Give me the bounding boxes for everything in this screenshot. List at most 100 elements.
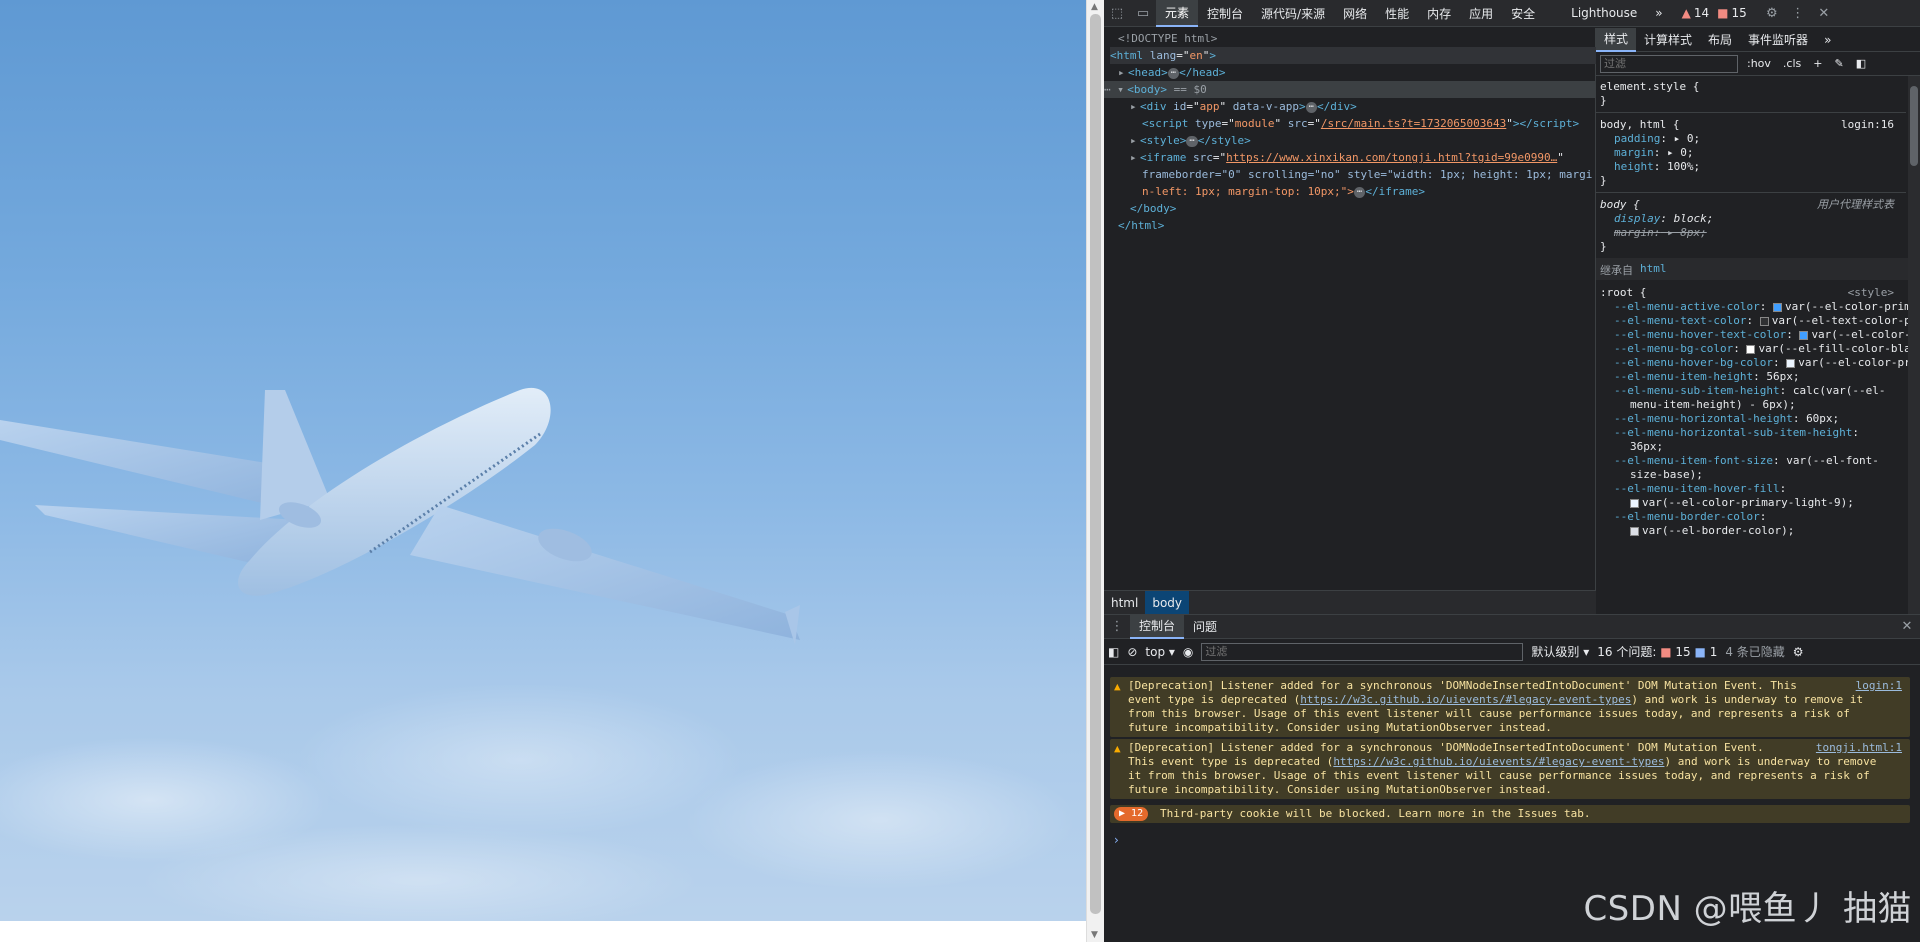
head-node[interactable]: ▸ <head> ⋯ </head> xyxy=(1118,64,1226,81)
msg-source-link[interactable]: tongji.html:1 xyxy=(1816,741,1902,755)
inspect-icon[interactable]: ⬚ xyxy=(1104,0,1130,27)
cookie-message[interactable]: ▶ 12 Third-party cookie will be blocked.… xyxy=(1110,805,1910,823)
sidebar-icon[interactable]: ◧ xyxy=(1108,645,1119,659)
color-swatch[interactable] xyxy=(1786,358,1796,368)
rule1-prop-padding[interactable]: padding: ▸ 0; xyxy=(1614,132,1700,146)
root-prop-line[interactable]: var(--el-border-color); xyxy=(1630,524,1794,538)
page-scrollbar[interactable]: ▲ ▼ xyxy=(1086,0,1104,942)
scroll-down-icon[interactable]: ▼ xyxy=(1091,930,1098,940)
issues-counter[interactable]: 16 个问题: ■ 15 ■ 1 xyxy=(1597,643,1717,660)
tab-styles[interactable]: 样式 xyxy=(1596,27,1637,52)
color-swatch[interactable] xyxy=(1630,526,1639,536)
root-prop-line[interactable]: --el-menu-hover-bg-color: var(--el-color… xyxy=(1614,356,1908,370)
tab-computed[interactable]: 计算样式 xyxy=(1636,28,1700,52)
iframe-node[interactable]: ▸ <iframe src="https://www.xinxikan.com/t… xyxy=(1130,149,1564,166)
device-toggle-icon[interactable]: ▭ xyxy=(1130,0,1156,27)
root-prop-line[interactable]: --el-menu-sub-item-height: calc(var(--el… xyxy=(1614,384,1886,398)
more-tabs-icon[interactable]: » xyxy=(1646,0,1671,27)
root-prop-line[interactable]: --el-menu-horizontal-sub-item-height: xyxy=(1614,426,1859,440)
color-swatch[interactable] xyxy=(1746,344,1756,354)
tab-sources[interactable]: 源代码/来源 xyxy=(1252,0,1334,27)
warning-badge[interactable]: ▲ 14 xyxy=(1678,6,1714,20)
div-app-node[interactable]: ▸ <div id="app" data-v-app> ⋯ </div> xyxy=(1130,98,1357,115)
root-prop-line[interactable]: menu-item-height) - 6px); xyxy=(1630,398,1796,412)
root-prop-line[interactable]: --el-menu-horizontal-height: 60px; xyxy=(1614,412,1839,426)
color-swatch[interactable] xyxy=(1799,330,1809,340)
drawer-menu-icon[interactable]: ⋮ xyxy=(1104,613,1130,640)
rule1-prop-margin[interactable]: margin: ▸ 0; xyxy=(1614,146,1694,160)
root-prop-line[interactable]: --el-menu-text-color: var(--el-text-colo… xyxy=(1614,314,1908,328)
tab-layout[interactable]: 布局 xyxy=(1700,28,1740,52)
iframe-src-link[interactable]: https://www.xinxikan.com/tongji.html?tgi… xyxy=(1226,151,1557,164)
cls-button[interactable]: .cls xyxy=(1780,57,1804,70)
drawer-tab-console[interactable]: 控制台 xyxy=(1130,614,1185,639)
inherited-tag-link[interactable]: html xyxy=(1640,262,1667,275)
root-prop-line[interactable]: --el-menu-border-color: xyxy=(1614,510,1766,524)
root-source[interactable]: <style> xyxy=(1848,286,1894,300)
tab-application[interactable]: 应用 xyxy=(1460,0,1502,27)
tab-performance[interactable]: 性能 xyxy=(1376,0,1418,27)
root-prop-line[interactable]: size-base); xyxy=(1630,468,1703,482)
crumb-html[interactable]: html xyxy=(1104,591,1145,615)
scroll-up-icon[interactable]: ▲ xyxy=(1091,2,1098,12)
styles-scroll-thumb[interactable] xyxy=(1910,86,1918,166)
color-swatch[interactable] xyxy=(1772,302,1782,312)
tab-network[interactable]: 网络 xyxy=(1334,0,1376,27)
kebab-menu-icon[interactable]: ⋮ xyxy=(1785,0,1811,27)
root-prop-line[interactable]: --el-menu-bg-color: var(--el-fill-color-… xyxy=(1614,342,1908,356)
script-src-link[interactable]: /src/main.ts?t=1732065003643 xyxy=(1321,117,1506,130)
level-select[interactable]: 默认级别 ▾ xyxy=(1531,643,1589,660)
root-prop-line[interactable]: --el-menu-hover-text-color: var(--el-col… xyxy=(1614,328,1908,342)
styles-scrollbar[interactable] xyxy=(1908,76,1920,614)
console-settings-icon[interactable]: ⚙ xyxy=(1793,645,1804,659)
root-prop-line[interactable]: --el-menu-active-color: var(--el-color-p… xyxy=(1614,300,1908,314)
doctype-line[interactable]: <!DOCTYPE html> xyxy=(1118,30,1217,47)
eye-icon[interactable]: ◉ xyxy=(1183,645,1193,659)
root-prop-line[interactable]: var(--el-color-primary-light-9); xyxy=(1630,496,1854,510)
tab-security[interactable]: 安全 xyxy=(1502,0,1544,27)
body-node[interactable]: ⋯ ▾ <body> == $0 xyxy=(1104,81,1596,98)
root-prop-line[interactable]: --el-menu-item-hover-fill: xyxy=(1614,482,1786,496)
close-icon[interactable]: ✕ xyxy=(1811,0,1837,27)
rule2-selector[interactable]: body {用户代理样式表 xyxy=(1600,198,1900,212)
gear-icon[interactable]: ⚙ xyxy=(1759,0,1785,27)
msg-source-link[interactable]: login:1 xyxy=(1856,679,1902,693)
rule2-prop-margin[interactable]: margin: ▸ 8px; xyxy=(1614,226,1707,240)
tab-console[interactable]: 控制台 xyxy=(1198,0,1252,27)
color-swatch[interactable] xyxy=(1759,316,1769,326)
crumb-body[interactable]: body xyxy=(1145,590,1190,615)
paint-icon[interactable]: ✎ xyxy=(1831,57,1846,70)
console-filter-input[interactable] xyxy=(1201,642,1524,661)
hov-button[interactable]: :hov xyxy=(1744,57,1774,70)
console-prompt-icon[interactable]: › xyxy=(1114,833,1119,847)
scrollbar-thumb[interactable] xyxy=(1090,14,1101,914)
drawer-tab-issues[interactable]: 问题 xyxy=(1184,615,1226,639)
script-node[interactable]: <script type="module" src="/src/main.ts?… xyxy=(1142,115,1579,132)
tab-lighthouse[interactable]: Lighthouse xyxy=(1562,0,1646,27)
context-select[interactable]: top ▾ xyxy=(1145,645,1175,659)
root-prop-line[interactable]: --el-menu-item-font-size: var(--el-font- xyxy=(1614,454,1879,468)
element-style-selector[interactable]: element.style { xyxy=(1600,80,1699,94)
rule2-prop-display[interactable]: display: block; xyxy=(1614,212,1713,226)
style-node[interactable]: ▸ <style> ⋯ </style> xyxy=(1130,132,1251,149)
root-prop-line[interactable]: --el-menu-item-height: 56px; xyxy=(1614,370,1799,384)
styles-filter-input[interactable] xyxy=(1600,54,1738,73)
root-selector[interactable]: :root {<style> xyxy=(1600,286,1900,300)
error-badge[interactable]: ■ 15 xyxy=(1713,6,1751,20)
rule1-prop-height[interactable]: height: 100%; xyxy=(1614,160,1700,174)
rule1-source[interactable]: login:16 xyxy=(1841,118,1894,132)
more-panes-icon[interactable]: » xyxy=(1816,28,1839,52)
tab-event-listeners[interactable]: 事件监听器 xyxy=(1740,28,1816,52)
clear-console-icon[interactable]: ⊘ xyxy=(1127,645,1137,659)
msg-link[interactable]: https://w3c.github.io/uievents/#legacy-e… xyxy=(1333,755,1664,768)
color-swatch[interactable] xyxy=(1630,498,1639,508)
html-node[interactable]: <html lang="en"> xyxy=(1110,47,1596,64)
rule1-selector[interactable]: body, html {login:16 xyxy=(1600,118,1900,132)
root-prop-line[interactable]: 36px; xyxy=(1630,440,1663,454)
msg-link[interactable]: https://w3c.github.io/uievents/#legacy-e… xyxy=(1300,693,1631,706)
tab-memory[interactable]: 内存 xyxy=(1418,0,1460,27)
cookie-count-badge[interactable]: ▶ 12 xyxy=(1114,807,1149,821)
sidebar-toggle-icon[interactable]: ◧ xyxy=(1853,57,1869,70)
add-rule-button[interactable]: + xyxy=(1810,57,1825,70)
close-drawer-icon[interactable]: ✕ xyxy=(1894,613,1920,640)
